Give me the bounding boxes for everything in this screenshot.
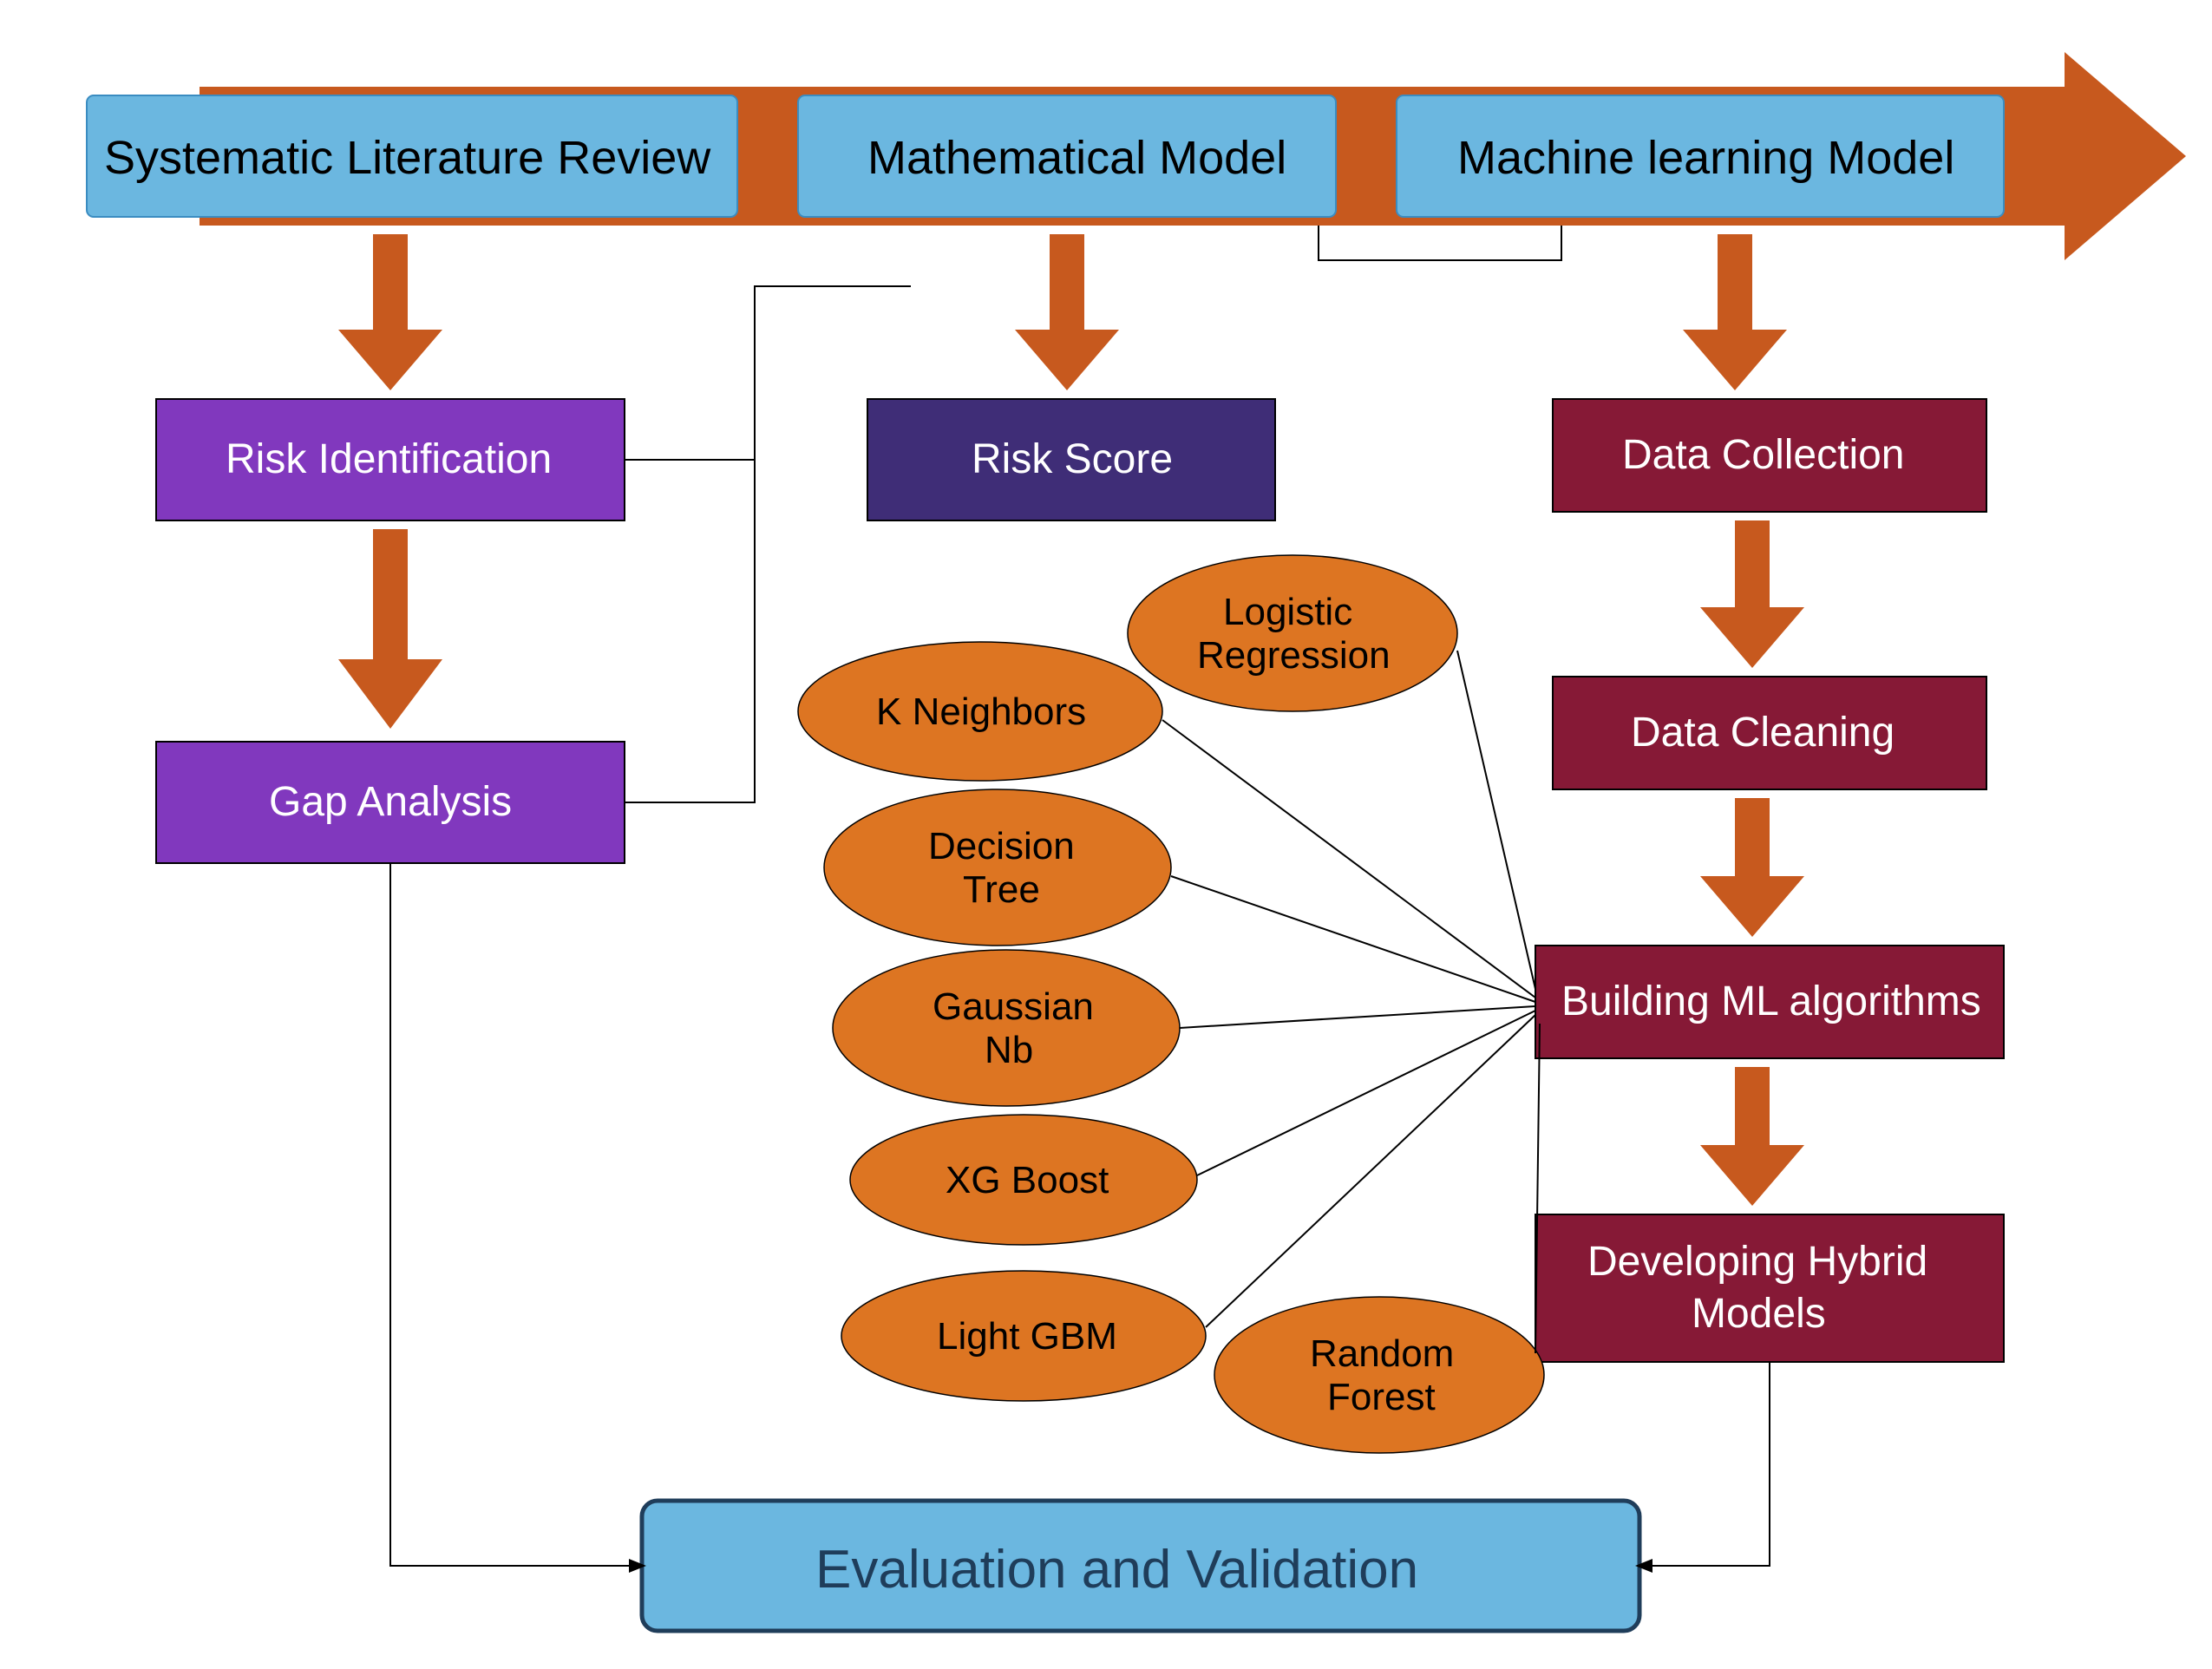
gap-label: Gap Analysis [269, 779, 512, 825]
top-box-slr: Systematic Literature Review [87, 95, 737, 217]
box-data-cleaning: Data Cleaning [1553, 677, 1986, 789]
box-hybrid-models: Developing Hybrid Models [1535, 1214, 2004, 1362]
hybrid-l1: Developing Hybrid [1587, 1239, 1927, 1285]
algo-k-neighbors: K Neighbors [798, 642, 1162, 781]
collect-label: Data Collection [1622, 432, 1905, 478]
svg-text:Gaussian: Gaussian [933, 985, 1094, 1028]
algo-logistic-regression: Logistic Regression [1128, 555, 1457, 711]
algo-xgboost: XG Boost [850, 1115, 1197, 1245]
box-data-collection: Data Collection [1553, 399, 1986, 512]
connector-line [625, 460, 755, 802]
svg-text:Forest: Forest [1327, 1376, 1436, 1418]
eval-label: Evaluation and Validation [815, 1540, 1418, 1600]
box-risk-score: Risk Score [867, 399, 1275, 520]
risk-id-label: Risk Identification [226, 436, 552, 482]
diagram-canvas: Systematic Literature Review Mathematica… [0, 0, 2212, 1669]
svg-text:Tree: Tree [963, 868, 1040, 911]
arrow-down-icon [1015, 234, 1119, 390]
arrow-down-icon [1700, 520, 1804, 668]
box-building-ml: Building ML algorithms [1535, 946, 2004, 1058]
algo-lightgbm: Light GBM [841, 1271, 1206, 1401]
connector-line [1319, 226, 1561, 260]
algo-random-forest: Random Forest [1214, 1297, 1544, 1453]
slr-label: Systematic Literature Review [104, 132, 711, 184]
svg-text:Regression: Regression [1197, 634, 1391, 677]
arrow-down-icon [1700, 1067, 1804, 1206]
svg-text:Logistic: Logistic [1223, 591, 1352, 633]
svg-text:Random: Random [1310, 1332, 1454, 1375]
fan-lines [1162, 651, 1540, 1353]
risk-score-label: Risk Score [972, 436, 1173, 482]
arrow-down-icon [338, 529, 442, 729]
svg-text:Light GBM: Light GBM [937, 1315, 1117, 1358]
ml-label: Machine learning Model [1457, 132, 1954, 184]
svg-text:K Neighbors: K Neighbors [876, 691, 1086, 733]
build-label: Building ML algorithms [1561, 978, 1981, 1024]
box-gap-analysis: Gap Analysis [156, 742, 625, 863]
arrow-down-icon [338, 234, 442, 390]
top-box-ml: Machine learning Model [1397, 95, 2004, 217]
clean-label: Data Cleaning [1631, 710, 1895, 756]
arrow-down-icon [1683, 234, 1787, 390]
svg-text:XG Boost: XG Boost [946, 1159, 1109, 1201]
svg-text:Decision: Decision [928, 825, 1075, 867]
arrow-down-icon [1700, 798, 1804, 937]
algo-decision-tree: Decision Tree [824, 789, 1171, 946]
hybrid-l2: Models [1692, 1291, 1826, 1337]
algo-gaussian-nb: Gaussian Nb [833, 950, 1180, 1106]
connector-line [390, 863, 638, 1566]
math-label: Mathematical Model [867, 132, 1286, 184]
box-risk-identification: Risk Identification [156, 399, 625, 520]
svg-text:Nb: Nb [985, 1029, 1033, 1071]
top-box-math: Mathematical Model [798, 95, 1336, 217]
connector-line [1644, 1362, 1770, 1566]
box-evaluation: Evaluation and Validation [642, 1501, 1639, 1631]
